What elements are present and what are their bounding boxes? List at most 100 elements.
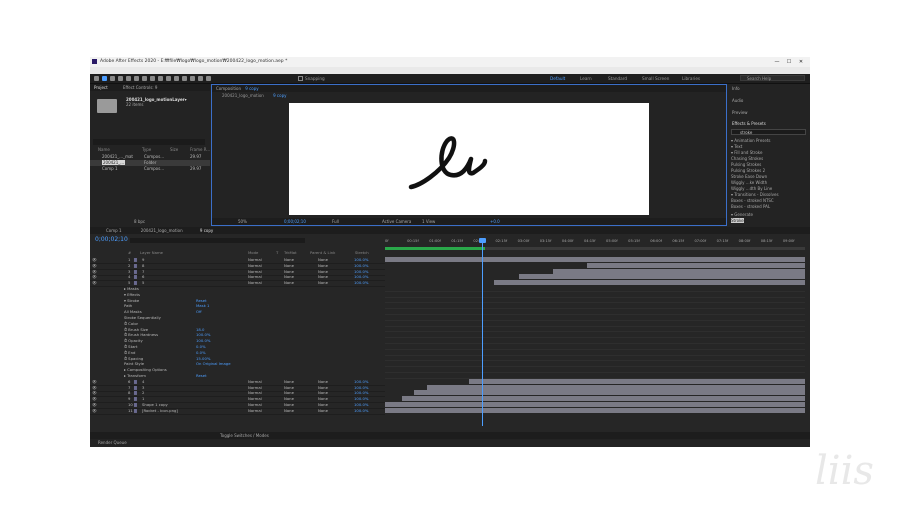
layer-name[interactable]: 7 xyxy=(142,269,144,274)
camera-tool-icon[interactable] xyxy=(134,76,139,81)
layer-duration-bar[interactable] xyxy=(427,384,805,390)
layer-duration-bar[interactable] xyxy=(385,402,805,407)
layer-duration-bar[interactable] xyxy=(519,274,805,280)
visibility-eye-icon[interactable]: 👁 xyxy=(92,390,97,395)
hand-tool-icon[interactable] xyxy=(110,76,115,81)
camera-dropdown[interactable]: Active Camera xyxy=(382,218,411,225)
visibility-eye-icon[interactable]: 👁 xyxy=(92,408,97,413)
layer-name[interactable]: 1 xyxy=(142,396,144,401)
tree-item[interactable]: ▾ Generate xyxy=(731,212,753,217)
pen-tool-icon[interactable] xyxy=(158,76,163,81)
tab-effect-controls[interactable]: Effect Controls: 9 xyxy=(123,85,158,90)
layer-mode[interactable]: Normal xyxy=(248,396,262,401)
layer-mode[interactable]: Normal xyxy=(248,402,262,407)
visibility-eye-icon[interactable]: 👁 xyxy=(92,274,97,279)
rotate-tool-icon[interactable] xyxy=(126,76,131,81)
workspace-libraries[interactable]: Libraries xyxy=(682,76,700,81)
col-size[interactable]: Size xyxy=(170,147,178,152)
visibility-eye-icon[interactable]: 👁 xyxy=(92,263,97,268)
layer-duration-bar[interactable] xyxy=(586,262,805,268)
col-name[interactable]: Name xyxy=(98,147,110,152)
property-value[interactable]: 18.0 xyxy=(196,327,204,332)
layer-parent[interactable]: None xyxy=(318,257,328,262)
property-value[interactable]: Reset xyxy=(196,373,207,378)
tab-logo-motion[interactable]: 200421_logo_motion xyxy=(141,228,183,233)
layer-name[interactable]: [Rocket - Icon.png] xyxy=(142,408,178,413)
tree-item[interactable]: Chasing Strokes xyxy=(731,156,763,161)
effects-search-input[interactable]: stroke xyxy=(731,129,806,135)
zoom-dropdown[interactable]: 50% xyxy=(238,218,247,225)
layer-search-input[interactable] xyxy=(130,238,305,243)
toggle-switches-modes[interactable]: Toggle Switches / Modes xyxy=(220,433,269,438)
property-value[interactable]: 15.00% xyxy=(196,356,210,361)
tree-item[interactable]: ▾ Animation Presets xyxy=(731,138,771,143)
comp-canvas[interactable] xyxy=(289,103,649,215)
panel-effects-presets[interactable]: Effects & Presets xyxy=(732,121,766,126)
layer-mode[interactable]: Normal xyxy=(248,263,262,268)
layer-mode[interactable]: Normal xyxy=(248,280,262,285)
tree-item[interactable]: ▾ Text xyxy=(731,144,742,149)
layer-name[interactable]: 9 xyxy=(142,257,144,262)
timeline-timecode[interactable]: 0;00;02;10 xyxy=(95,236,128,243)
layer-parent[interactable]: None xyxy=(318,274,328,279)
text-tool-icon[interactable] xyxy=(166,76,171,81)
layer-name[interactable]: 4 xyxy=(142,379,144,384)
visibility-eye-icon[interactable]: 👁 xyxy=(92,385,97,390)
layer-parent[interactable]: None xyxy=(318,269,328,274)
tree-item[interactable]: Stroke Ease Down xyxy=(731,174,767,179)
breadcrumb-item[interactable]: 9 copy xyxy=(273,93,286,98)
view-dropdown[interactable]: 1 View xyxy=(422,218,435,225)
visibility-eye-icon[interactable]: 👁 xyxy=(92,280,97,285)
layer-parent[interactable]: None xyxy=(318,408,328,413)
tree-item[interactable]: ▾ Fill and Stroke xyxy=(731,150,762,155)
workspace-small-screen[interactable]: Small Screen xyxy=(642,76,669,81)
work-area-bar[interactable] xyxy=(385,247,805,250)
layer-duration-bar[interactable] xyxy=(469,378,805,384)
playhead-handle-icon[interactable] xyxy=(479,238,486,243)
panel-audio[interactable]: Audio xyxy=(732,98,743,103)
pan-behind-tool-icon[interactable] xyxy=(142,76,147,81)
tree-item[interactable]: Wiggly ...dth By Line xyxy=(731,186,772,191)
layer-mode[interactable]: Normal xyxy=(248,390,262,395)
property-value[interactable]: 0.0% xyxy=(196,350,206,355)
property-value[interactable]: 100.0% xyxy=(196,332,210,337)
minimize-button[interactable]: — xyxy=(772,57,782,67)
layer-parent[interactable]: None xyxy=(318,379,328,384)
tab-comp-1[interactable]: Comp 1 xyxy=(106,228,122,233)
roto-tool-icon[interactable] xyxy=(198,76,203,81)
col-type[interactable]: Type xyxy=(142,147,151,152)
render-queue-tab[interactable]: Render Queue xyxy=(98,440,127,445)
breadcrumb-item[interactable]: 200421_logo_motion xyxy=(222,93,264,98)
search-help-input[interactable]: Search Help xyxy=(740,75,805,81)
layer-mode[interactable]: Normal xyxy=(248,385,262,390)
visibility-eye-icon[interactable]: 👁 xyxy=(92,402,97,407)
layer-name[interactable]: Shape 1 copy xyxy=(142,402,168,407)
tree-item[interactable]: Pulsing Strokes xyxy=(731,162,761,167)
tree-item[interactable]: Pulsing Strokes 2 xyxy=(731,168,765,173)
visibility-eye-icon[interactable]: 👁 xyxy=(92,257,97,262)
layer-mode[interactable]: Normal xyxy=(248,269,262,274)
layer-parent[interactable]: None xyxy=(318,385,328,390)
property-value[interactable]: Mask 1 xyxy=(196,303,209,308)
panel-preview[interactable]: Preview xyxy=(732,110,748,115)
visibility-eye-icon[interactable]: 👁 xyxy=(92,379,97,384)
layer-parent[interactable]: None xyxy=(318,402,328,407)
layer-parent[interactable]: None xyxy=(318,263,328,268)
layer-parent[interactable]: None xyxy=(318,390,328,395)
property-value[interactable]: 100.0% xyxy=(196,338,210,343)
workspace-standard[interactable]: Standard xyxy=(608,76,627,81)
tree-item[interactable]: ▾ Transitions - Dissolves xyxy=(731,192,779,197)
list-item[interactable]: Comp 1 Compos... 29.97 xyxy=(90,166,210,172)
workspace-learn[interactable]: Learn xyxy=(580,76,592,81)
visibility-eye-icon[interactable]: 👁 xyxy=(92,269,97,274)
home-icon[interactable] xyxy=(94,76,99,81)
property-value[interactable]: Reset xyxy=(196,298,207,303)
layer-name[interactable]: 5 xyxy=(142,280,144,285)
tab-project[interactable]: Project xyxy=(94,85,108,90)
col-rate[interactable]: Frame R... xyxy=(190,147,210,152)
maximize-button[interactable]: ☐ xyxy=(784,57,794,67)
layer-duration-bar[interactable] xyxy=(414,390,805,396)
layer-name[interactable]: 8 xyxy=(142,263,144,268)
project-search-input[interactable] xyxy=(93,139,205,145)
layer-row[interactable]: 👁 11 ▇ [Rocket - Icon.png] Normal None None 100… xyxy=(90,408,385,415)
